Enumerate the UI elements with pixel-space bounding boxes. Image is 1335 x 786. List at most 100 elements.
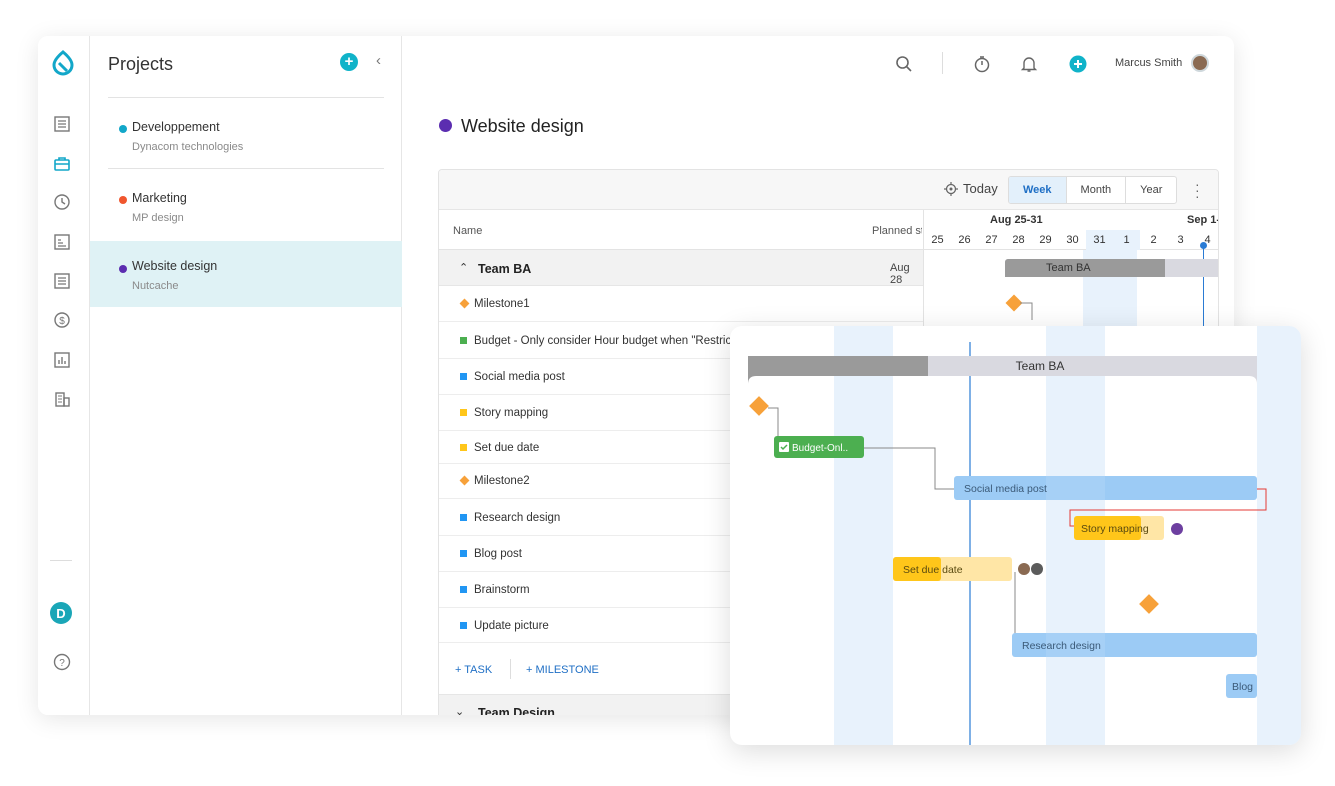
task-row[interactable]: Milestone1	[439, 286, 923, 322]
project-client: Dynacom technologies	[132, 141, 244, 153]
projects-sidebar: Projects + ‹ Developpement Dynacom techn…	[90, 36, 402, 715]
today-label: Today	[963, 181, 998, 196]
zoomed-gantt-card: Team BA Budget-Onl.. Social media post S…	[730, 326, 1301, 745]
building-icon[interactable]	[52, 389, 72, 409]
project-name: Developpement	[132, 120, 220, 134]
svg-text:?: ?	[59, 658, 65, 669]
today-button[interactable]: Today	[944, 181, 998, 196]
task-name: Research design	[474, 512, 561, 524]
add-task-button[interactable]: + TASK	[455, 664, 492, 676]
task-color-icon	[460, 444, 467, 451]
task-color-icon	[460, 550, 467, 557]
task-color-icon	[460, 409, 467, 416]
task-bar-label: Set due date	[903, 564, 963, 576]
chevron-down-icon[interactable]: ⌄	[455, 705, 464, 715]
milestone-marker	[1139, 594, 1159, 614]
milestone-icon	[459, 475, 470, 486]
task-name: Update picture	[474, 620, 549, 632]
app-logo-icon[interactable]	[50, 50, 76, 76]
task-color-icon	[460, 373, 467, 380]
task-color-icon	[460, 622, 467, 629]
svg-text:$: $	[59, 316, 65, 327]
column-name[interactable]: Name	[453, 225, 482, 237]
view-month-button[interactable]: Month	[1067, 177, 1127, 203]
assignee-avatar	[1018, 563, 1030, 575]
assignee-avatar	[1031, 563, 1043, 575]
sidebar-title: Projects	[108, 54, 174, 74]
gantt-toolbar: Today Week Month Year · · ·	[439, 170, 1218, 210]
help-icon[interactable]: ?	[52, 652, 72, 672]
tasks-icon[interactable]	[52, 114, 72, 134]
highlight-column	[834, 326, 893, 745]
task-name: Story mapping	[474, 407, 549, 419]
project-item-website-design[interactable]: Website design Nutcache	[90, 241, 402, 307]
clock-icon[interactable]	[52, 192, 72, 212]
chevron-up-icon[interactable]: ⌃	[459, 261, 468, 274]
add-row-divider	[510, 659, 511, 679]
top-bar: Marcus Smith	[402, 36, 1234, 92]
milestone-icon	[459, 298, 470, 309]
project-color-dot	[439, 119, 452, 132]
task-name: Social media post	[474, 371, 565, 383]
user-name[interactable]: Marcus Smith	[1115, 57, 1182, 69]
task-bar-label: Story mapping	[1081, 523, 1149, 535]
task-bar-label: Budget-Onl..	[792, 443, 848, 454]
workspace-badge[interactable]: D	[50, 602, 72, 624]
task-bar-label: Blog	[1232, 681, 1253, 693]
group-bar-label: Team BA	[1016, 359, 1065, 373]
sidebar-divider	[108, 168, 384, 169]
view-switcher: Week Month Year	[1008, 176, 1178, 204]
chart-icon[interactable]	[52, 350, 72, 370]
project-item-developpement[interactable]: Developpement Dynacom technologies	[90, 102, 402, 168]
add-project-button[interactable]: +	[340, 53, 358, 71]
project-color-dot	[119, 196, 127, 204]
search-icon[interactable]	[894, 54, 914, 74]
project-name: Website design	[132, 259, 218, 273]
report-icon[interactable]	[52, 232, 72, 252]
briefcase-icon[interactable]	[52, 154, 72, 174]
assignee-avatar	[1171, 523, 1183, 535]
highlight-column	[1257, 326, 1301, 745]
milestone-marker	[749, 396, 769, 416]
task-name: Blog post	[474, 548, 522, 560]
group-name: Team BA	[478, 262, 532, 276]
view-year-button[interactable]: Year	[1126, 177, 1176, 203]
task-bar-label: Research design	[1022, 640, 1101, 652]
column-planned-start[interactable]: Planned st	[872, 225, 922, 237]
project-name: Marketing	[132, 191, 187, 205]
timer-icon[interactable]	[972, 54, 992, 74]
view-week-button[interactable]: Week	[1009, 177, 1067, 203]
task-name: Budget - Only consider Hour budget when …	[474, 335, 750, 347]
document-icon[interactable]	[52, 271, 72, 291]
project-client: MP design	[132, 212, 184, 224]
group-row-team-ba[interactable]: ⌃ Team BA Aug 28	[439, 250, 923, 286]
rail-divider	[50, 560, 72, 561]
add-milestone-button[interactable]: + MILESTONE	[526, 664, 599, 676]
project-item-marketing[interactable]: Marketing MP design	[90, 173, 402, 239]
target-icon	[944, 181, 958, 196]
nav-rail: $ D ?	[38, 36, 90, 715]
zoomed-timeline: Team BA Budget-Onl.. Social media post S…	[748, 326, 1301, 745]
topbar-divider	[942, 52, 943, 74]
task-color-icon	[460, 586, 467, 593]
project-client: Nutcache	[132, 280, 179, 292]
bell-icon[interactable]	[1019, 54, 1039, 74]
sidebar-divider	[108, 97, 384, 98]
project-color-dot	[119, 265, 127, 273]
task-color-icon	[460, 337, 467, 344]
task-name: Milestone1	[474, 298, 530, 310]
user-avatar[interactable]	[1191, 54, 1209, 72]
task-name: Brainstorm	[474, 584, 530, 596]
project-color-dot	[119, 125, 127, 133]
dollar-icon[interactable]: $	[52, 310, 72, 330]
plus-icon[interactable]	[1068, 54, 1088, 74]
task-name: Milestone2	[474, 475, 530, 487]
task-name: Set due date	[474, 442, 540, 454]
task-bar-label: Social media post	[964, 483, 1047, 495]
group-name: Team Design	[478, 706, 555, 715]
group-planned-start: Aug 28	[890, 262, 910, 286]
task-color-icon	[460, 514, 467, 521]
more-options-icon[interactable]: · · ·	[1195, 177, 1200, 203]
collapse-sidebar-button[interactable]: ‹	[376, 52, 381, 69]
page-title: Website design	[461, 116, 584, 136]
